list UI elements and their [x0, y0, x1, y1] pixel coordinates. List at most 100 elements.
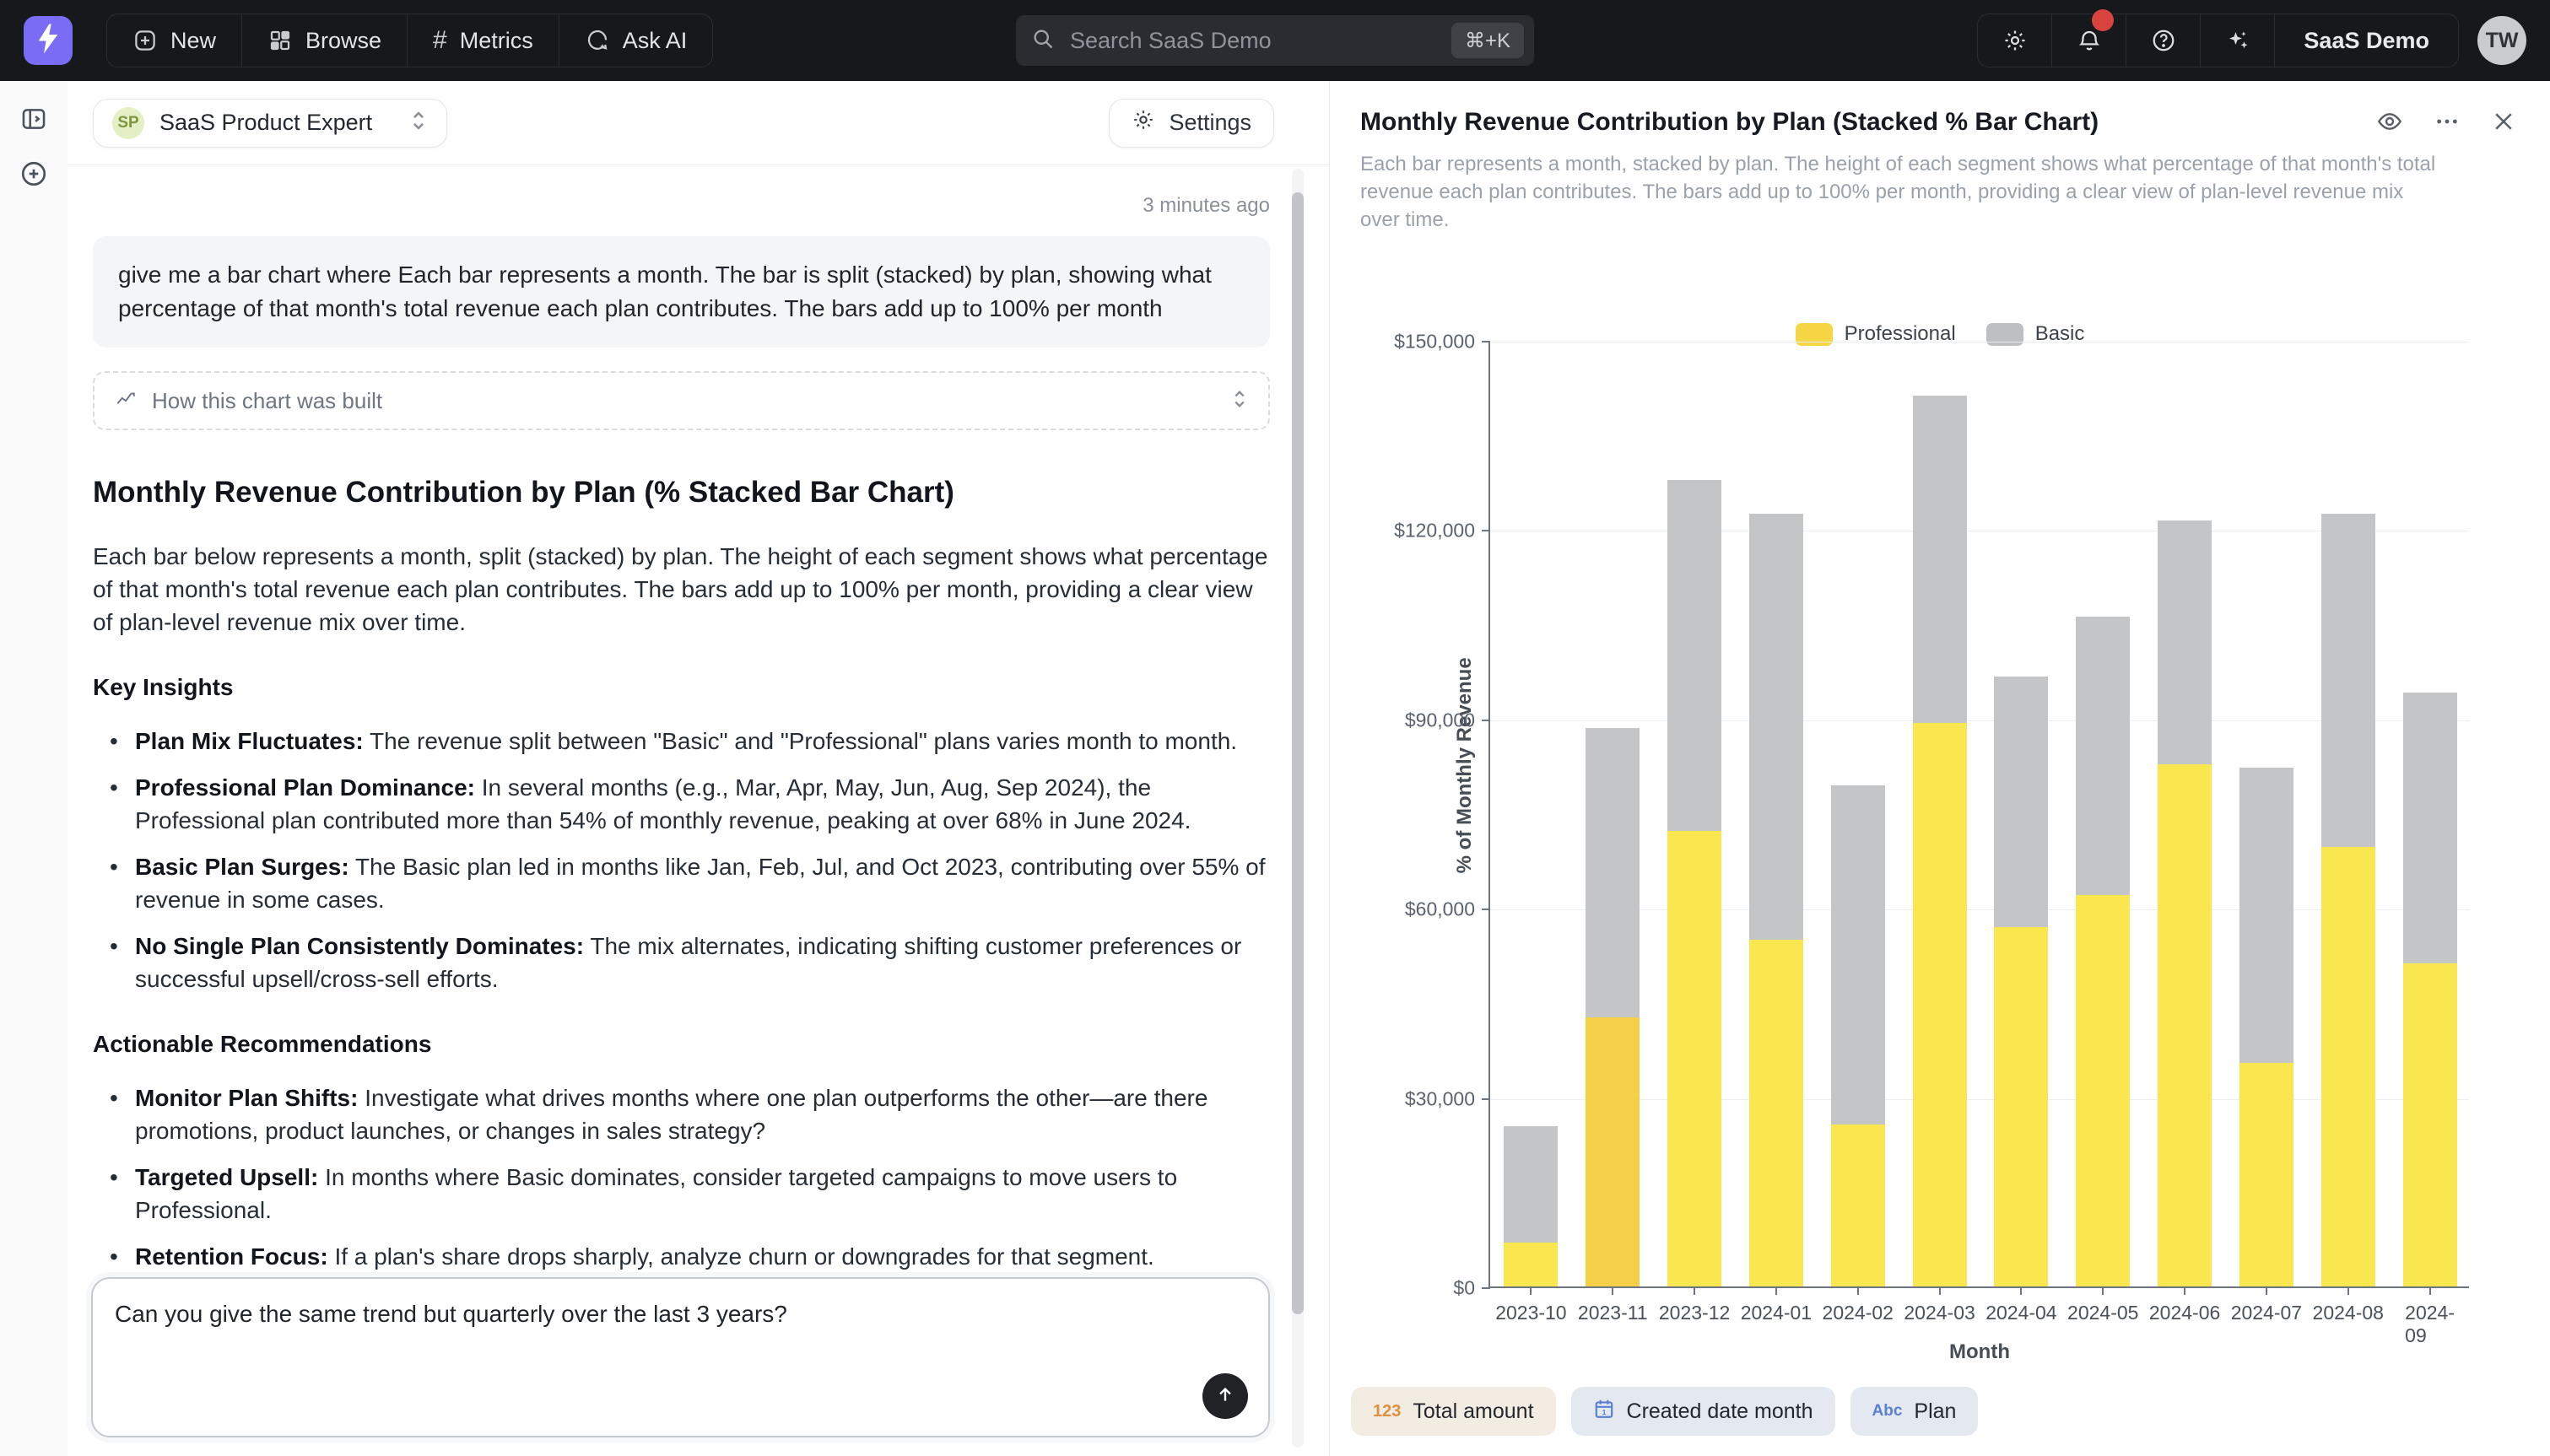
key-insights-list: Plan Mix Fluctuates: The revenue split b… — [93, 725, 1270, 995]
y-axis-tick-label: $60,000 — [1405, 898, 1475, 921]
y-axis-tick — [1482, 909, 1490, 910]
bar-segment-basic-2024-09[interactable] — [2403, 693, 2457, 963]
bar-segment-basic-2024-07[interactable] — [2239, 768, 2293, 1063]
user-message-bubble: give me a bar chart where Each bar repre… — [93, 236, 1270, 348]
x-axis-tick — [1530, 1286, 1532, 1295]
chevron-up-down-icon — [409, 109, 428, 137]
agent-settings-button[interactable]: Settings — [1109, 99, 1274, 148]
search-placeholder: Search SaaS Demo — [1070, 28, 1272, 54]
app-logo[interactable] — [24, 16, 73, 65]
global-search-input[interactable]: Search SaaS Demo ⌘+K — [1016, 15, 1534, 66]
bar-segment-professional-2024-09[interactable] — [2403, 963, 2457, 1286]
bar-segment-professional-2023-11[interactable] — [1586, 1017, 1640, 1286]
notifications-button[interactable] — [2052, 14, 2126, 67]
bar-segment-basic-2024-01[interactable] — [1749, 514, 1803, 941]
bar-segment-basic-2024-03[interactable] — [1913, 396, 1967, 723]
bar-segment-basic-2023-12[interactable] — [1667, 480, 1721, 831]
field-pill-created-date-month[interactable]: 1Created date month — [1571, 1387, 1835, 1436]
x-axis-tick-label: 2023-10 — [1495, 1302, 1566, 1324]
view-eye-button[interactable] — [2376, 108, 2403, 135]
close-panel-button[interactable] — [2491, 109, 2516, 134]
navbar-right: SaaS Demo TW — [1977, 13, 2526, 67]
chevron-up-down-icon — [1231, 388, 1248, 414]
text-type-icon: Abc — [1872, 1402, 1903, 1421]
help-icon — [2151, 28, 2176, 53]
bar-segment-professional-2023-10[interactable] — [1504, 1243, 1558, 1286]
nav-button-group: New Browse # Metrics Ask AI — [106, 13, 713, 67]
recommendation-item: Retention Focus: If a plan's share drops… — [93, 1240, 1270, 1273]
toggle-sidebar-button[interactable] — [19, 105, 48, 138]
composer-input-value[interactable]: Can you give the same trend but quarterl… — [115, 1297, 1167, 1331]
y-axis-tick-label: $90,000 — [1405, 709, 1475, 731]
plus-circle-icon — [19, 178, 49, 192]
settings-gear-button[interactable] — [1978, 14, 2052, 67]
bar-segment-professional-2024-07[interactable] — [2239, 1063, 2293, 1286]
chat-scrollbar-track[interactable] — [1292, 169, 1304, 1448]
bar-segment-professional-2024-05[interactable] — [2076, 895, 2130, 1286]
response-title: Monthly Revenue Contribution by Plan (% … — [93, 476, 1270, 510]
more-menu-button[interactable] — [2434, 108, 2461, 135]
chart-description: Each bar represents a month, stacked by … — [1360, 150, 2440, 234]
message-composer[interactable]: Can you give the same trend but quarterl… — [91, 1277, 1270, 1437]
send-button[interactable] — [1202, 1373, 1248, 1419]
x-axis-tick — [2020, 1286, 2022, 1295]
lightning-icon — [35, 23, 61, 59]
x-axis-tick-label: 2024-08 — [2313, 1302, 2384, 1324]
agent-avatar: SP — [112, 107, 144, 139]
how-chart-built-toggle[interactable]: How this chart was built — [93, 371, 1270, 430]
bell-icon — [2077, 28, 2102, 53]
x-axis-tick — [1939, 1286, 1941, 1295]
org-label: SaaS Demo — [2304, 28, 2429, 54]
new-thread-button[interactable] — [19, 159, 49, 193]
chat-header: SP SaaS Product Expert Settings — [68, 81, 1329, 165]
main-area: SP SaaS Product Expert Settings 3 minute… — [0, 81, 2550, 1456]
agent-selector[interactable]: SP SaaS Product Expert — [93, 99, 447, 148]
navbar-icon-group: SaaS Demo — [1977, 13, 2459, 67]
chat-scrollbar-thumb[interactable] — [1292, 192, 1304, 1314]
field-pill-total-amount[interactable]: 123Total amount — [1351, 1387, 1556, 1436]
bar-segment-professional-2024-03[interactable] — [1913, 723, 1967, 1286]
bar-segment-professional-2024-08[interactable] — [2321, 847, 2375, 1286]
bar-segment-basic-2023-11[interactable] — [1586, 728, 1640, 1017]
chat-scroll-area[interactable]: 3 minutes ago give me a bar chart where … — [68, 165, 1329, 1456]
org-switcher[interactable]: SaaS Demo — [2275, 14, 2458, 67]
x-axis-tick-label: 2024-05 — [2067, 1302, 2138, 1324]
x-axis-tick-label: 2023-12 — [1659, 1302, 1730, 1324]
metrics-label: Metrics — [460, 28, 533, 54]
insight-item: Plan Mix Fluctuates: The revenue split b… — [93, 725, 1270, 758]
bar-segment-basic-2024-04[interactable] — [1994, 677, 2048, 926]
x-axis-tick — [2347, 1286, 2349, 1295]
bar-segment-basic-2024-08[interactable] — [2321, 514, 2375, 846]
message-timestamp: 3 minutes ago — [93, 194, 1270, 218]
user-avatar[interactable]: TW — [2477, 16, 2526, 65]
metrics-button[interactable]: # Metrics — [408, 14, 559, 67]
help-button[interactable] — [2126, 14, 2201, 67]
bar-segment-professional-2024-04[interactable] — [1994, 927, 2048, 1286]
x-axis-tick-label: 2024-07 — [2231, 1302, 2302, 1324]
field-pill-plan[interactable]: AbcPlan — [1850, 1387, 1979, 1436]
x-axis-tick — [1612, 1286, 1613, 1295]
hash-icon: # — [433, 26, 447, 55]
panel-toggle-icon — [19, 122, 48, 137]
ai-sparkles-button[interactable] — [2201, 14, 2275, 67]
x-axis-tick — [1694, 1286, 1695, 1295]
browse-button[interactable]: Browse — [242, 14, 408, 67]
bar-segment-basic-2024-02[interactable] — [1831, 785, 1885, 1124]
bar-segment-professional-2024-01[interactable] — [1749, 940, 1803, 1286]
bar-segment-professional-2024-02[interactable] — [1831, 1124, 1885, 1286]
x-axis-tick — [1857, 1286, 1859, 1295]
calendar-icon: 1 — [1593, 1398, 1615, 1426]
x-axis-tick-label: 2024-01 — [1741, 1302, 1812, 1324]
bar-segment-professional-2023-12[interactable] — [1667, 831, 1721, 1286]
bar-segment-basic-2024-06[interactable] — [2158, 520, 2212, 764]
left-rail — [0, 81, 68, 1456]
bar-segment-basic-2024-05[interactable] — [2076, 617, 2130, 896]
x-axis-tick — [1775, 1286, 1777, 1295]
x-axis-tick-label: 2023-11 — [1578, 1302, 1648, 1324]
y-axis-tick-label: $120,000 — [1394, 520, 1475, 542]
bar-segment-professional-2024-06[interactable] — [2158, 764, 2212, 1286]
bar-segment-basic-2023-10[interactable] — [1504, 1126, 1558, 1243]
new-button[interactable]: New — [107, 14, 242, 67]
ask-ai-button[interactable]: Ask AI — [559, 14, 713, 67]
y-axis-tick-label: $150,000 — [1394, 331, 1475, 353]
